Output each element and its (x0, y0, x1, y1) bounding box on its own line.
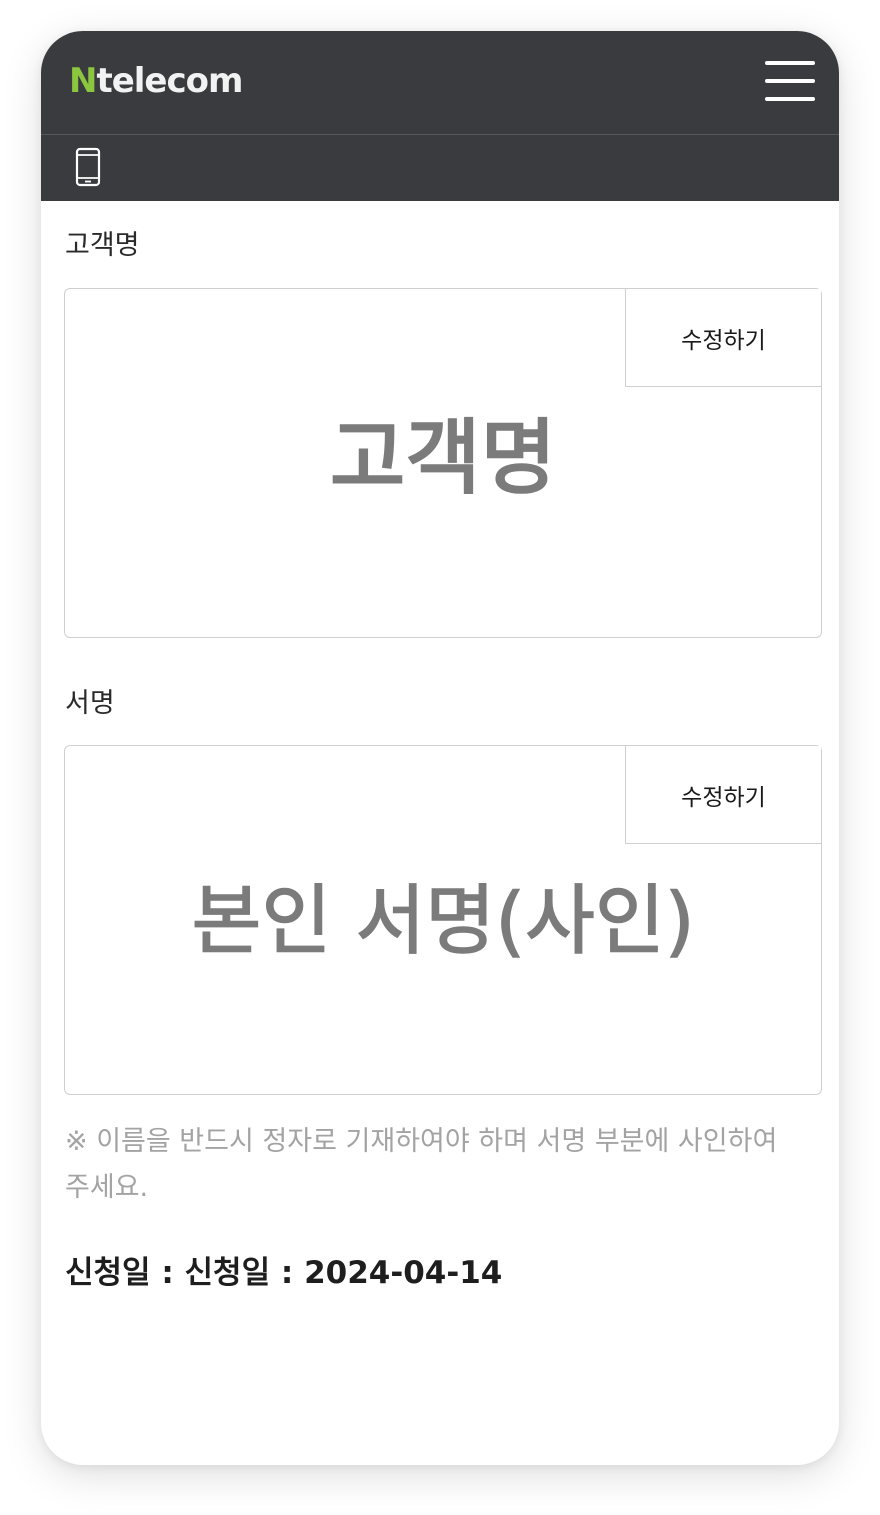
customer-name-edit-button[interactable]: 수정하기 (625, 289, 821, 387)
logo-wordmark: telecom (96, 61, 243, 101)
signature-placeholder: 본인 서명(사인) (191, 875, 695, 966)
signature-notice: ※ 이름을 반드시 정자로 기재하여야 하며 서명 부분에 사인하여 주세요. (65, 1126, 778, 1203)
customer-name-placeholder: 고객명 (329, 411, 557, 506)
device-subbar (41, 135, 839, 201)
signature-box[interactable]: 수정하기 본인 서명(사인) (64, 745, 822, 1095)
signature-label: 서명 (65, 688, 115, 719)
customer-name-label: 고객명 (65, 230, 140, 261)
phone-frame: Ntelecom 고객명 수정하기 고객명 서명 수정하기 본인 서명(사인) … (41, 31, 839, 1465)
apply-date: 신청일 : 신청일 : 2024-04-14 (65, 1255, 503, 1291)
customer-name-box[interactable]: 수정하기 고객명 (64, 288, 822, 638)
signature-edit-button[interactable]: 수정하기 (625, 746, 821, 844)
ntelecom-logo[interactable]: Ntelecom (69, 61, 243, 101)
mobile-phone-icon[interactable] (75, 147, 101, 187)
logo-n-mark: N (69, 61, 97, 101)
app-header: Ntelecom (41, 31, 839, 135)
hamburger-menu-icon[interactable] (765, 59, 815, 103)
